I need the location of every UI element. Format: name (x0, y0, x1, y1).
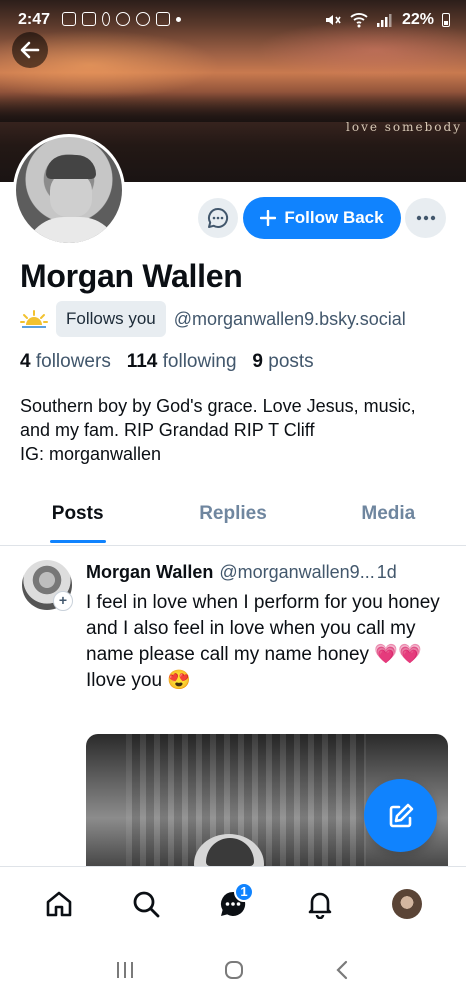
status-notification-icons (62, 12, 181, 26)
avatar-face (50, 173, 92, 217)
chat-unread-badge: 1 (233, 881, 254, 902)
posts-stat: 9 posts (252, 351, 313, 372)
chrome-icon (136, 12, 150, 26)
battery-percent: 22% (401, 11, 434, 28)
more-options-button[interactable] (405, 198, 446, 238)
nav-profile[interactable] (385, 882, 429, 926)
following-count: 114 (126, 351, 158, 372)
posts-label: posts (268, 351, 314, 372)
message-button[interactable] (198, 198, 238, 238)
more-notifications-icon (176, 16, 181, 22)
sunrise-icon (20, 310, 48, 328)
follow-back-button[interactable]: Follow Back (243, 197, 401, 239)
profile-avatar[interactable] (13, 134, 125, 246)
home-icon (47, 891, 72, 916)
signal-icon (376, 14, 392, 27)
post-timestamp: 1d (376, 562, 397, 582)
threads-icon (116, 12, 130, 26)
profile-bio: Southern boy by God's grace. Love Jesus,… (20, 396, 416, 464)
back-nav-icon[interactable] (332, 959, 352, 981)
followers-label: followers (35, 351, 111, 372)
follows-you-badge: Follows you (56, 301, 166, 337)
status-system-icons: 22% (324, 11, 450, 29)
banner-treeline (0, 92, 466, 122)
mute-icon (325, 15, 341, 25)
bell-icon (308, 892, 332, 919)
post-header: Morgan Wallen @morganwallen9... 1d (86, 562, 452, 583)
posts-count: 9 (252, 351, 263, 372)
my-avatar (391, 888, 422, 919)
followers-count: 4 (20, 351, 31, 372)
android-navigation-bar (0, 940, 466, 1000)
post-author-handle[interactable]: @morganwallen9... (219, 562, 374, 583)
tab-media[interactable]: Media (311, 494, 466, 545)
following-label: following (162, 351, 237, 372)
following-link[interactable]: 114 following (127, 351, 237, 372)
home-button-icon[interactable] (223, 959, 245, 981)
avatar-shirt (24, 217, 120, 243)
followers-link[interactable]: 4 followers (20, 351, 111, 372)
ellipsis-icon (416, 215, 435, 221)
follow-back-label: Follow Back (284, 208, 384, 227)
bottom-navigation: 1 (0, 866, 466, 940)
follow-plus-icon[interactable]: + (53, 591, 73, 611)
banner-caption: love somebody (346, 120, 462, 134)
post-author-name[interactable]: Morgan Wallen (86, 562, 213, 583)
nav-notifications[interactable] (298, 882, 342, 926)
profile-display-name: Morgan Wallen (20, 258, 243, 294)
nav-search[interactable] (124, 882, 168, 926)
recent-apps-icon[interactable] (114, 960, 136, 980)
thermometer-icon (102, 12, 110, 26)
profile-stats: 4 followers 114 following 9 posts (20, 351, 314, 373)
nav-home[interactable] (37, 882, 81, 926)
profile-screen: love somebody 2:47 22% Follow Back Morga… (0, 0, 466, 1000)
battery-icon (442, 13, 450, 27)
status-time: 2:47 (18, 11, 51, 28)
gallery-icon (62, 12, 76, 26)
post-text: I feel in love when I perform for you ho… (86, 592, 440, 691)
chat-bubble-icon (208, 207, 229, 228)
ring-icon (82, 12, 96, 26)
status-bar: 2:47 22% (0, 0, 466, 42)
wifi-icon (350, 13, 368, 28)
plus-icon (260, 210, 277, 226)
nav-chat[interactable]: 1 (211, 881, 255, 926)
pencil-square-icon (389, 803, 413, 827)
back-button[interactable] (12, 32, 48, 68)
search-icon (133, 891, 160, 917)
tab-posts[interactable]: Posts (0, 494, 155, 545)
profile-meta-row: Follows you @morganwallen9.bsky.social (20, 301, 406, 337)
profile-tabs: Posts Replies Media (0, 494, 466, 546)
avatar-hat (46, 155, 96, 179)
profile-handle: @morganwallen9.bsky.social (173, 308, 406, 329)
arrow-left-icon (20, 41, 40, 59)
compose-button[interactable] (364, 779, 437, 852)
tab-replies[interactable]: Replies (155, 494, 310, 545)
news-icon (156, 12, 170, 26)
